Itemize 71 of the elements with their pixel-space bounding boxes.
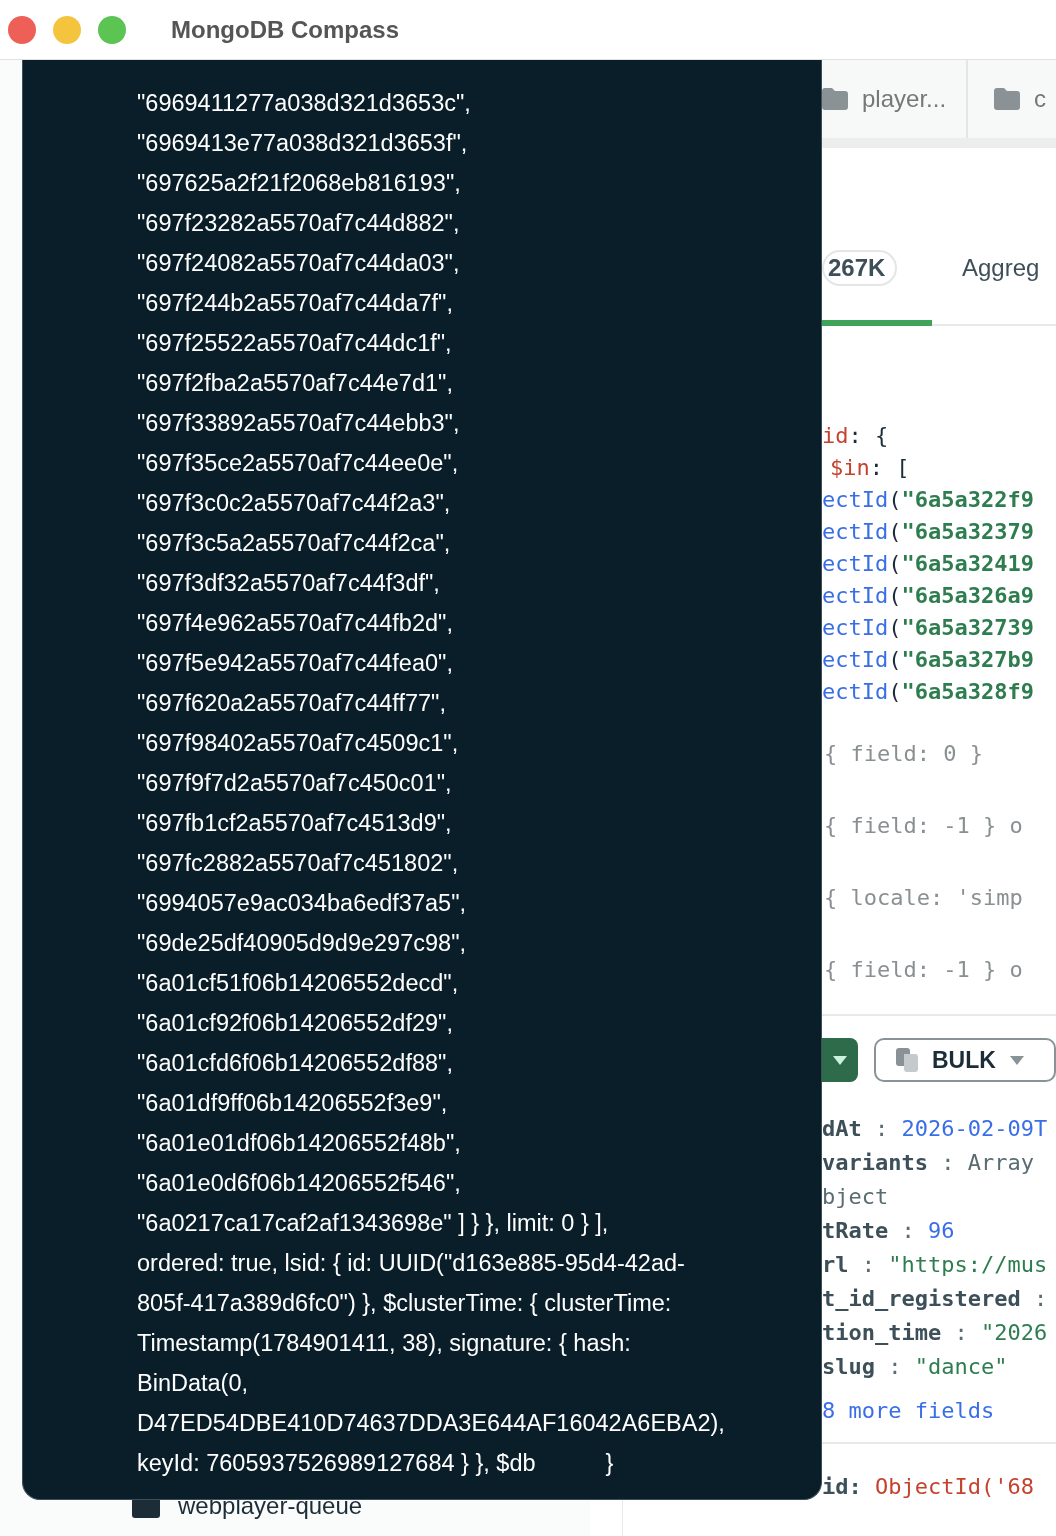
copy-icon (895, 1048, 918, 1072)
document-field: t_id_registered : (822, 1282, 1056, 1316)
tooltip-text: "697f35ce2a5570af7c44ee0e", (137, 449, 459, 478)
option-value[interactable]: { field: -1 } o (824, 954, 1056, 986)
window-control[interactable] (8, 15, 36, 44)
folder-icon (994, 88, 1021, 110)
folder-icon (822, 88, 848, 110)
tooltip-text: "697fb1cf2a5570af7c4513d9", (137, 809, 452, 838)
code-line: ectId("6a5a328f9 (822, 679, 1034, 704)
tooltip-text: "697f23282a5570af7c44d882", (137, 209, 460, 238)
code-line: $in: [ (830, 455, 910, 480)
tooltip-text: "6a01e0d6f06b14206552f546", (137, 1169, 461, 1198)
tooltip-text: "6a01cfd6f06b14206552df88", (137, 1049, 453, 1078)
tooltip-text: "6a01e01df06b14206552f48b", (137, 1129, 461, 1158)
tooltip-text: BinData(0, (137, 1369, 249, 1398)
code-line: id: { (822, 423, 889, 448)
tooltip-text: } (605, 1449, 614, 1478)
caret-icon (832, 1055, 847, 1065)
tooltip-text: "697f24082a5570af7c44da03", (137, 249, 460, 278)
tooltip-text: "697f3df32a5570af7c44f3df", (137, 569, 440, 598)
tooltip-text: "6a01cf51f06b14206552decd", (137, 969, 459, 998)
tooltip-text: ordered: true, lsid: { id: UUID("d163e885-95d4-42ad- (137, 1249, 685, 1278)
tooltip-text: "697f5e942a5570af7c44fea0", (137, 649, 453, 678)
document-field: slug : "dance" (822, 1350, 1056, 1384)
tooltip-text: "6a01df9ff06b14206552f3e9", (137, 1089, 448, 1118)
tooltip-text: "697625a2f21f2068eb816193", (137, 169, 461, 198)
document-field: bject (822, 1180, 1056, 1214)
document-field: variants : Array (822, 1146, 1056, 1180)
document-field: dAt : 2026-02-09T (822, 1112, 1056, 1146)
code-line: ectId("6a5a322f9 (822, 487, 1034, 512)
option-value[interactable]: { field: 0 } (824, 738, 1056, 770)
tooltip-text: Timestamp(1784901411, 38), signature: { hash: (137, 1329, 631, 1358)
tooltip-text: "697f3c5a2a5570af7c44f2ca", (137, 529, 451, 558)
code-line: ectId("6a5a326a9 (822, 583, 1034, 608)
tooltip-text: "6969413e77a038d321d3653f", (137, 129, 468, 158)
tooltip-text: "697f2fba2a5570af7c44e7d1", (137, 369, 453, 398)
option-value[interactable]: { field: -1 } o (824, 810, 1056, 842)
document-field: id: ObjectId('68 (822, 1474, 1056, 1499)
tooltip-text: "697f98402a5570af7c4509c1", (137, 729, 459, 758)
code-line: ectId("6a5a32379 (822, 519, 1034, 544)
tooltip-text: D47ED54DBE410D74637DDA3E644AF16042A6EBA2), (137, 1409, 725, 1438)
tooltip-text: keyId: 7605937526989127684 } }, $db (137, 1449, 536, 1478)
tooltip-text: "6969411277a038d321d3653c", (137, 89, 471, 118)
tooltip-text: "697f33892a5570af7c44ebb3", (137, 409, 460, 438)
view-tab[interactable]: Aggreg (962, 254, 1040, 326)
tooltip-text: "69de25df40905d9d9e297c98", (137, 929, 467, 958)
window-title: MongoDB Compass (171, 15, 399, 44)
tooltip-text: "6a01cf92f06b14206552df29", (137, 1009, 453, 1038)
caret-icon (1009, 1055, 1024, 1065)
tooltip-text: "6994057e9ac034ba6edf37a5", (137, 889, 467, 918)
tooltip-text: "6a0217ca17caf2af1343698e" ] } }, limit: 0 } ], (137, 1209, 609, 1238)
bulk-button[interactable]: BULK (873, 1038, 1056, 1082)
code-line: ectId("6a5a327b9 (822, 647, 1034, 672)
tooltip-text: "697fc2882a5570af7c451802", (137, 849, 459, 878)
tooltip-text: "697f3c0c2a5570af7c44f2a3", (137, 489, 451, 518)
tooltip-text: "697f25522a5570af7c44dc1f", (137, 329, 452, 358)
tooltip-text: "697f9f7d2a5570af7c450c01", (137, 769, 452, 798)
code-line: ectId("6a5a32739 (822, 615, 1034, 640)
code-line: ectId("6a5a32419 (822, 551, 1034, 576)
document-field: tion_time : "2026 (822, 1316, 1056, 1350)
collection-tab[interactable]: c (968, 60, 1056, 138)
document-field: tRate : 96 (822, 1214, 1056, 1248)
dropdown-button[interactable] (822, 1038, 858, 1082)
document-field: rl : "https://mus (822, 1248, 1056, 1282)
more-fields-link[interactable]: 8 more fields (822, 1398, 1056, 1423)
tooltip-text: "697f4e962a5570af7c44fb2d", (137, 609, 453, 638)
tooltip-text: "697f620a2a5570af7c44ff77", (137, 689, 446, 718)
tooltip-text: 805f-417a389d6fc0") }, $clusterTime: { clusterTime: (137, 1289, 672, 1318)
option-value[interactable]: { locale: 'simp (824, 882, 1056, 914)
tooltip-text: "697f244b2a5570af7c44da7f", (137, 289, 453, 318)
window-control[interactable] (98, 15, 126, 44)
